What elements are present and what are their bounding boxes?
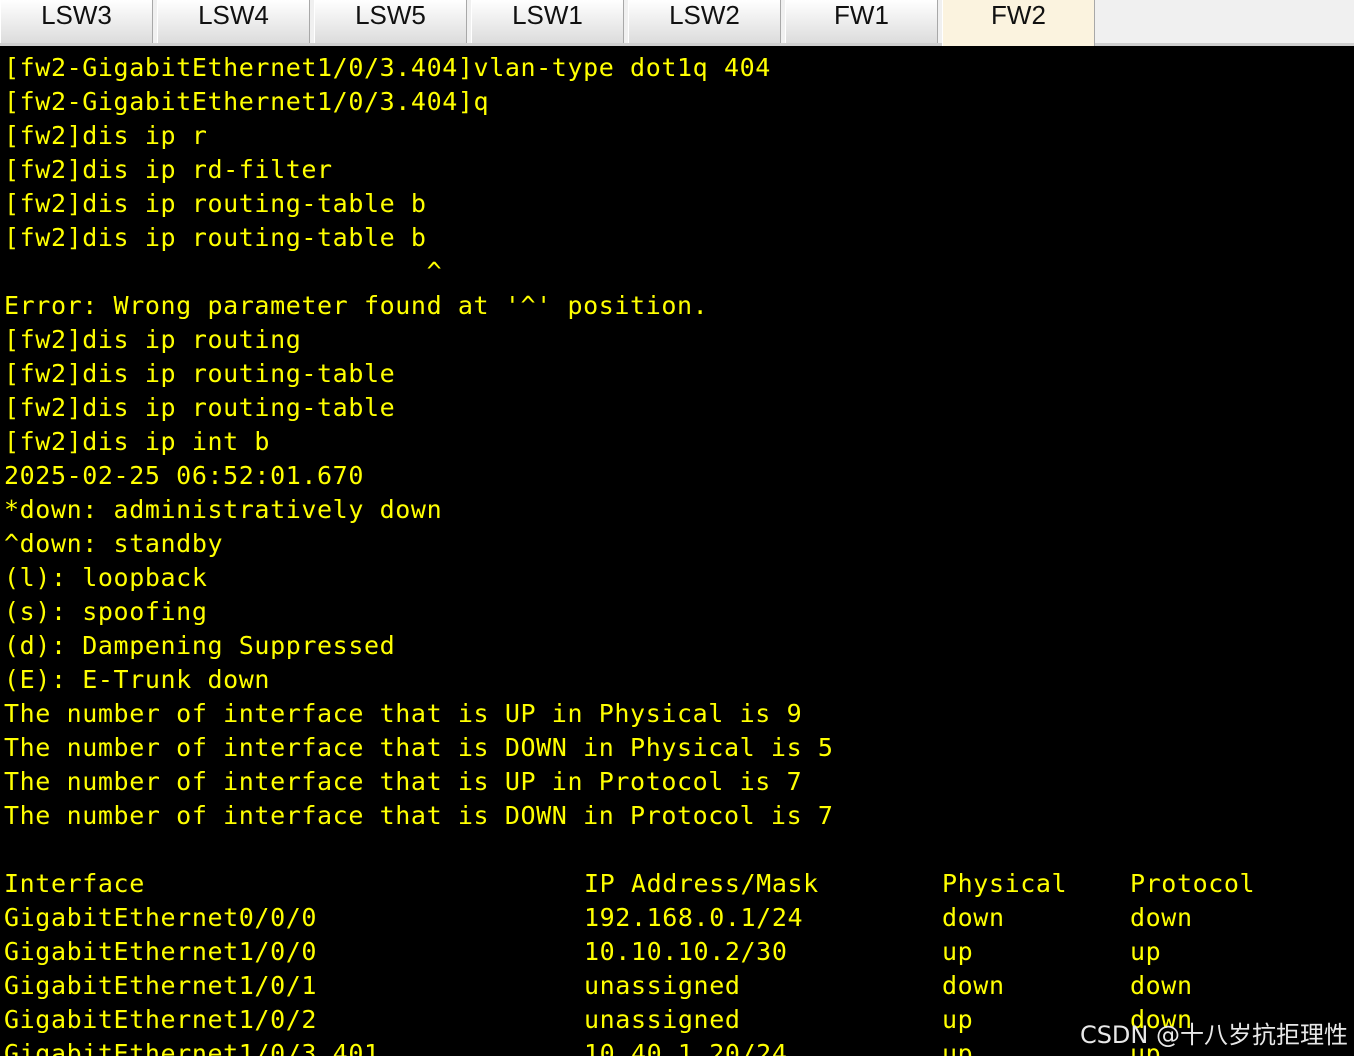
terminal-line: The number of interface that is DOWN in …: [4, 801, 834, 830]
table-row-cell: unassigned: [584, 1005, 741, 1034]
terminal-line: *down: administratively down: [4, 495, 443, 524]
terminal-line: [fw2]dis ip routing-table b: [4, 189, 427, 218]
table-row-cell: GigabitEthernet1/0/0: [4, 937, 318, 966]
table-row-cell: GigabitEthernet1/0/1: [4, 971, 318, 1000]
table-header-cell: Protocol: [1130, 869, 1256, 898]
terminal-line: [fw2]dis ip r: [4, 121, 208, 150]
terminal-line: ^down: standby: [4, 529, 224, 558]
table-row-cell: 10.40.1.20/24: [584, 1039, 788, 1056]
csdn-watermark: CSDN @十八岁抗拒理性: [1079, 1021, 1348, 1049]
terminal-line: (l): loopback: [4, 563, 208, 592]
table-row-cell: 192.168.0.1/24: [584, 903, 804, 932]
tab-lsw1[interactable]: LSW1: [471, 0, 624, 43]
terminal-line: [fw2]dis ip rd-filter: [4, 155, 333, 184]
terminal-output[interactable]: [fw2-GigabitEthernet1/0/3.404]vlan-type …: [0, 50, 1354, 1056]
table-row-cell: down: [1130, 903, 1193, 932]
terminal-line: [fw2]dis ip routing: [4, 325, 302, 354]
terminal-line: (s): spoofing: [4, 597, 208, 626]
terminal-line: [fw2-GigabitEthernet1/0/3.404]vlan-type …: [4, 53, 771, 82]
tab-fw2[interactable]: FW2: [942, 0, 1095, 46]
tab-fw1[interactable]: FW1: [785, 0, 938, 43]
table-row-cell: GigabitEthernet1/0/3.401: [4, 1039, 380, 1056]
tab-lsw4[interactable]: LSW4: [157, 0, 310, 43]
tab-lsw5[interactable]: LSW5: [314, 0, 467, 43]
table-row-cell: GigabitEthernet1/0/2: [4, 1005, 318, 1034]
table-row-cell: 10.10.10.2/30: [584, 937, 788, 966]
table-row-cell: down: [942, 903, 1005, 932]
terminal-line: (d): Dampening Suppressed: [4, 631, 396, 660]
table-header-cell: Physical: [942, 869, 1068, 898]
terminal-line: [fw2]dis ip routing-table: [4, 393, 396, 422]
tab-lsw3[interactable]: LSW3: [0, 0, 153, 43]
table-row-cell: down: [1130, 971, 1193, 1000]
terminal-line: The number of interface that is UP in Ph…: [4, 699, 803, 728]
session-tab-bar: LSW3 LSW4 LSW5 LSW1 LSW2 FW1 FW2: [0, 0, 1354, 46]
terminal-line: [fw2]dis ip int b: [4, 427, 271, 456]
table-header-cell: Interface: [4, 869, 145, 898]
terminal-line: The number of interface that is UP in Pr…: [4, 767, 803, 796]
terminal-line: 2025-02-25 06:52:01.670: [4, 461, 364, 490]
table-header-cell: IP Address/Mask: [584, 869, 819, 898]
terminal-line: The number of interface that is DOWN in …: [4, 733, 834, 762]
terminal-line: (E): E-Trunk down: [4, 665, 271, 694]
terminal-line: [fw2]dis ip routing-table: [4, 359, 396, 388]
table-row-cell: up: [1130, 937, 1162, 966]
terminal-line: [fw2-GigabitEthernet1/0/3.404]q: [4, 87, 490, 116]
terminal-line: ^: [4, 257, 443, 286]
table-row-cell: up: [942, 937, 974, 966]
tab-lsw2[interactable]: LSW2: [628, 0, 781, 43]
table-row-cell: up: [942, 1039, 974, 1056]
table-row-cell: unassigned: [584, 971, 741, 1000]
table-row-cell: GigabitEthernet0/0/0: [4, 903, 318, 932]
table-row-cell: up: [942, 1005, 974, 1034]
table-row-cell: down: [942, 971, 1005, 1000]
terminal-line: Error: Wrong parameter found at '^' posi…: [4, 291, 709, 320]
terminal-line: [fw2]dis ip routing-table b: [4, 223, 427, 252]
